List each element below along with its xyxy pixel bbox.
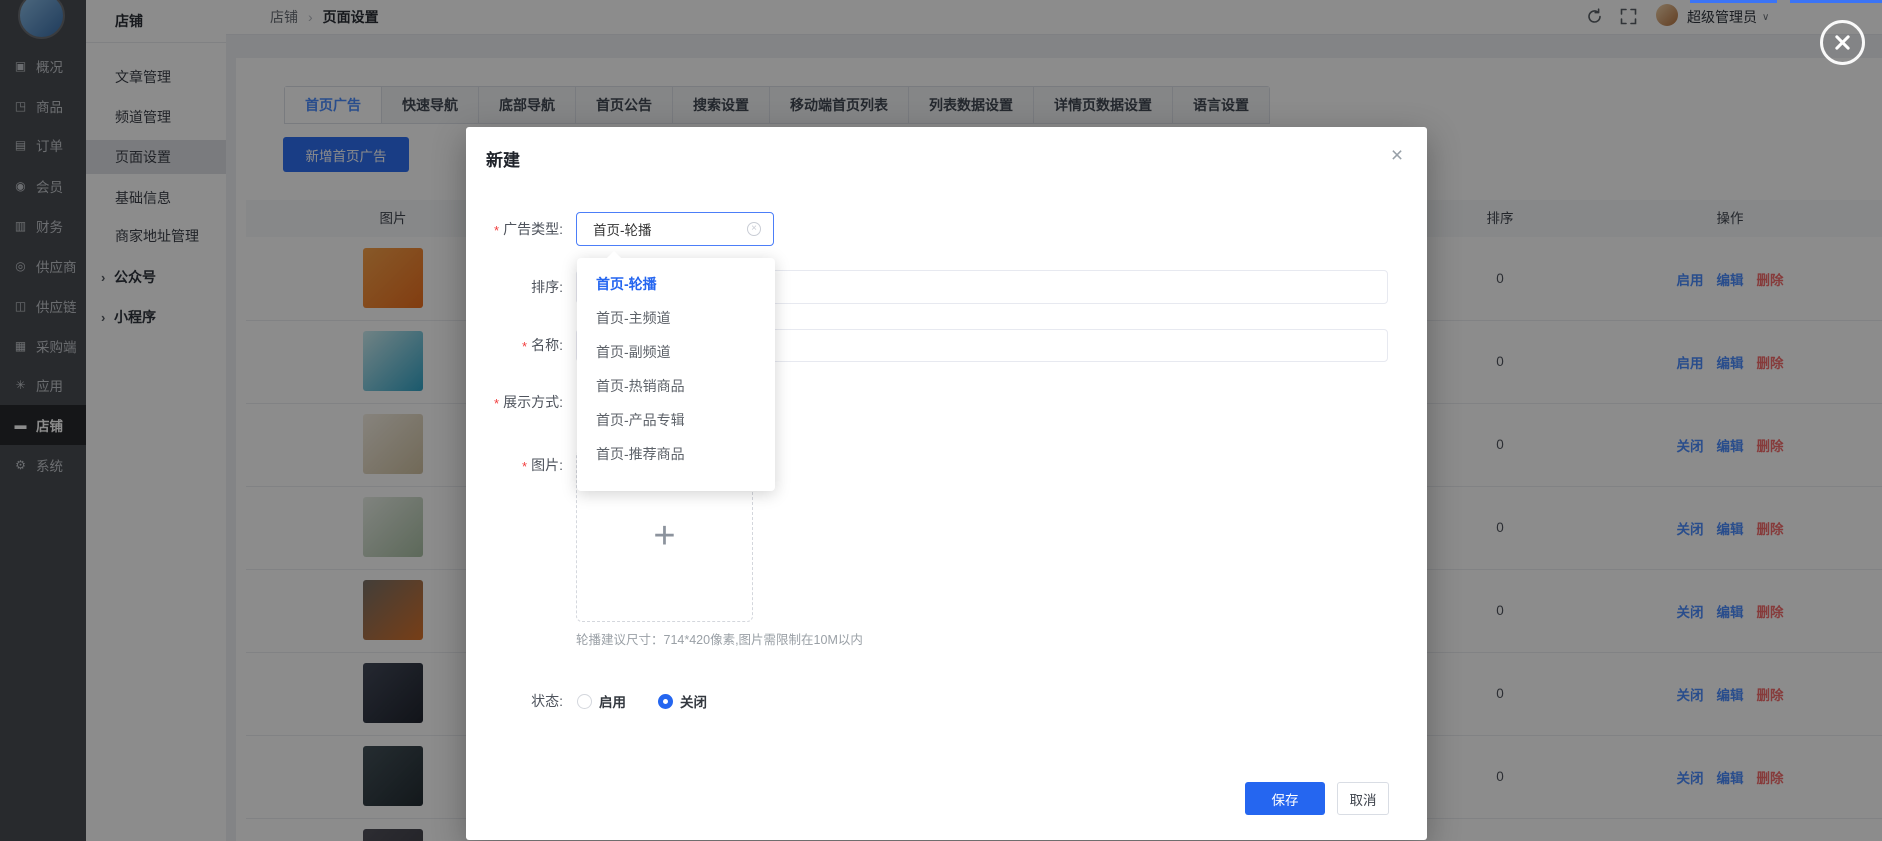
modal-close-icon[interactable]: × <box>1384 143 1410 169</box>
sort-label: 排序: <box>466 277 563 297</box>
save-button[interactable]: 保存 <box>1245 782 1325 815</box>
display-mode-label: 展示方式: <box>466 392 563 412</box>
ad-type-select[interactable]: 首页-轮播 × <box>576 212 774 246</box>
option-home-hot-goods[interactable]: 首页-热销商品 <box>577 369 775 403</box>
app-screen: ▣概况 ◳商品 ▤订单 ◉会员 ▥财务 ◎供应商 ◫供应链 ▦采购端 ✳应用 ▬… <box>0 0 1882 841</box>
status-enable-label[interactable]: 启用 <box>599 691 626 711</box>
top-strip-decoration <box>1690 0 1777 3</box>
cancel-button[interactable]: 取消 <box>1337 782 1389 815</box>
ad-type-label: 广告类型: <box>466 219 563 239</box>
status-label: 状态: <box>466 691 563 711</box>
plus-icon: + <box>653 515 675 558</box>
status-close-label[interactable]: 关闭 <box>680 691 707 711</box>
ad-type-row: 广告类型: 首页-轮播 × <box>466 211 774 247</box>
image-label: 图片: <box>466 455 563 475</box>
status-row: 状态: 启用 关闭 <box>466 684 707 718</box>
ad-type-dropdown: 首页-轮播 首页-主频道 首页-副频道 首页-热销商品 首页-产品专辑 首页-推… <box>577 258 775 491</box>
status-radio-enable[interactable] <box>577 694 592 709</box>
image-row: 图片: <box>466 450 563 480</box>
modal-title: 新建 <box>486 146 520 171</box>
overlay-close-button[interactable] <box>1820 20 1865 65</box>
option-home-sub-channel[interactable]: 首页-副频道 <box>577 335 775 369</box>
display-mode-row: 展示方式: <box>466 385 563 419</box>
upload-hint: 轮播建议尺寸：714*420像素,图片需限制在10M以内 <box>576 629 863 648</box>
top-strip-decoration <box>1790 0 1882 3</box>
clear-icon[interactable]: × <box>747 222 761 236</box>
name-label: 名称: <box>466 335 563 355</box>
option-home-recommend-goods[interactable]: 首页-推荐商品 <box>577 437 775 471</box>
option-home-product-album[interactable]: 首页-产品专辑 <box>577 403 775 437</box>
option-home-carousel[interactable]: 首页-轮播 <box>577 267 775 301</box>
option-home-main-channel[interactable]: 首页-主频道 <box>577 301 775 335</box>
ad-type-value: 首页-轮播 <box>593 219 652 239</box>
status-radio-close[interactable] <box>658 694 673 709</box>
